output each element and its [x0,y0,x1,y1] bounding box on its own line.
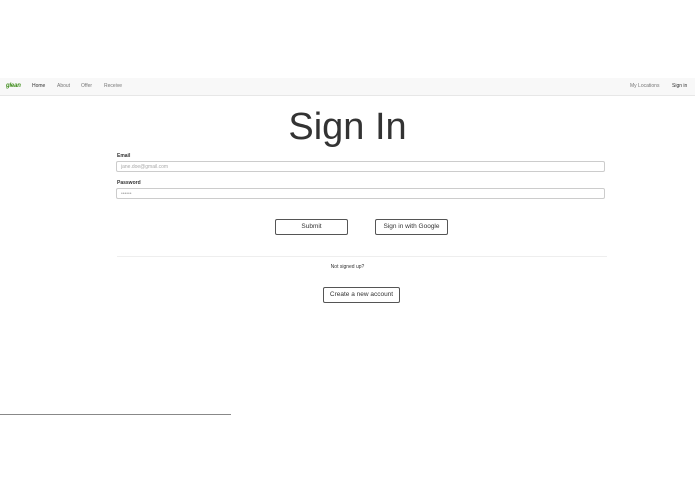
password-label: Password [117,180,141,186]
bottom-rule [0,414,231,415]
brand-logo[interactable]: glean [6,78,21,95]
divider [117,256,607,257]
page-title: Sign In [288,106,407,148]
nav-item-home[interactable]: Home [32,78,45,95]
nav-item-receive[interactable]: Receive [104,78,122,95]
nav-item-about[interactable]: About [57,78,70,95]
nav-item-offer[interactable]: Offer [81,78,92,95]
nav-item-my-locations[interactable]: My Locations [630,78,659,95]
password-input[interactable] [116,188,605,199]
google-signin-button[interactable]: Sign in with Google [375,219,448,235]
email-input[interactable] [116,161,605,172]
navbar: glean Home About Offer Receive My Locati… [0,78,695,96]
nav-item-sign-in[interactable]: Sign in [672,78,687,95]
signup-prompt: Not signed up? [330,264,365,270]
create-account-button[interactable]: Create a new account [323,287,400,303]
email-label: Email [117,153,131,159]
submit-button[interactable]: Submit [275,219,348,235]
